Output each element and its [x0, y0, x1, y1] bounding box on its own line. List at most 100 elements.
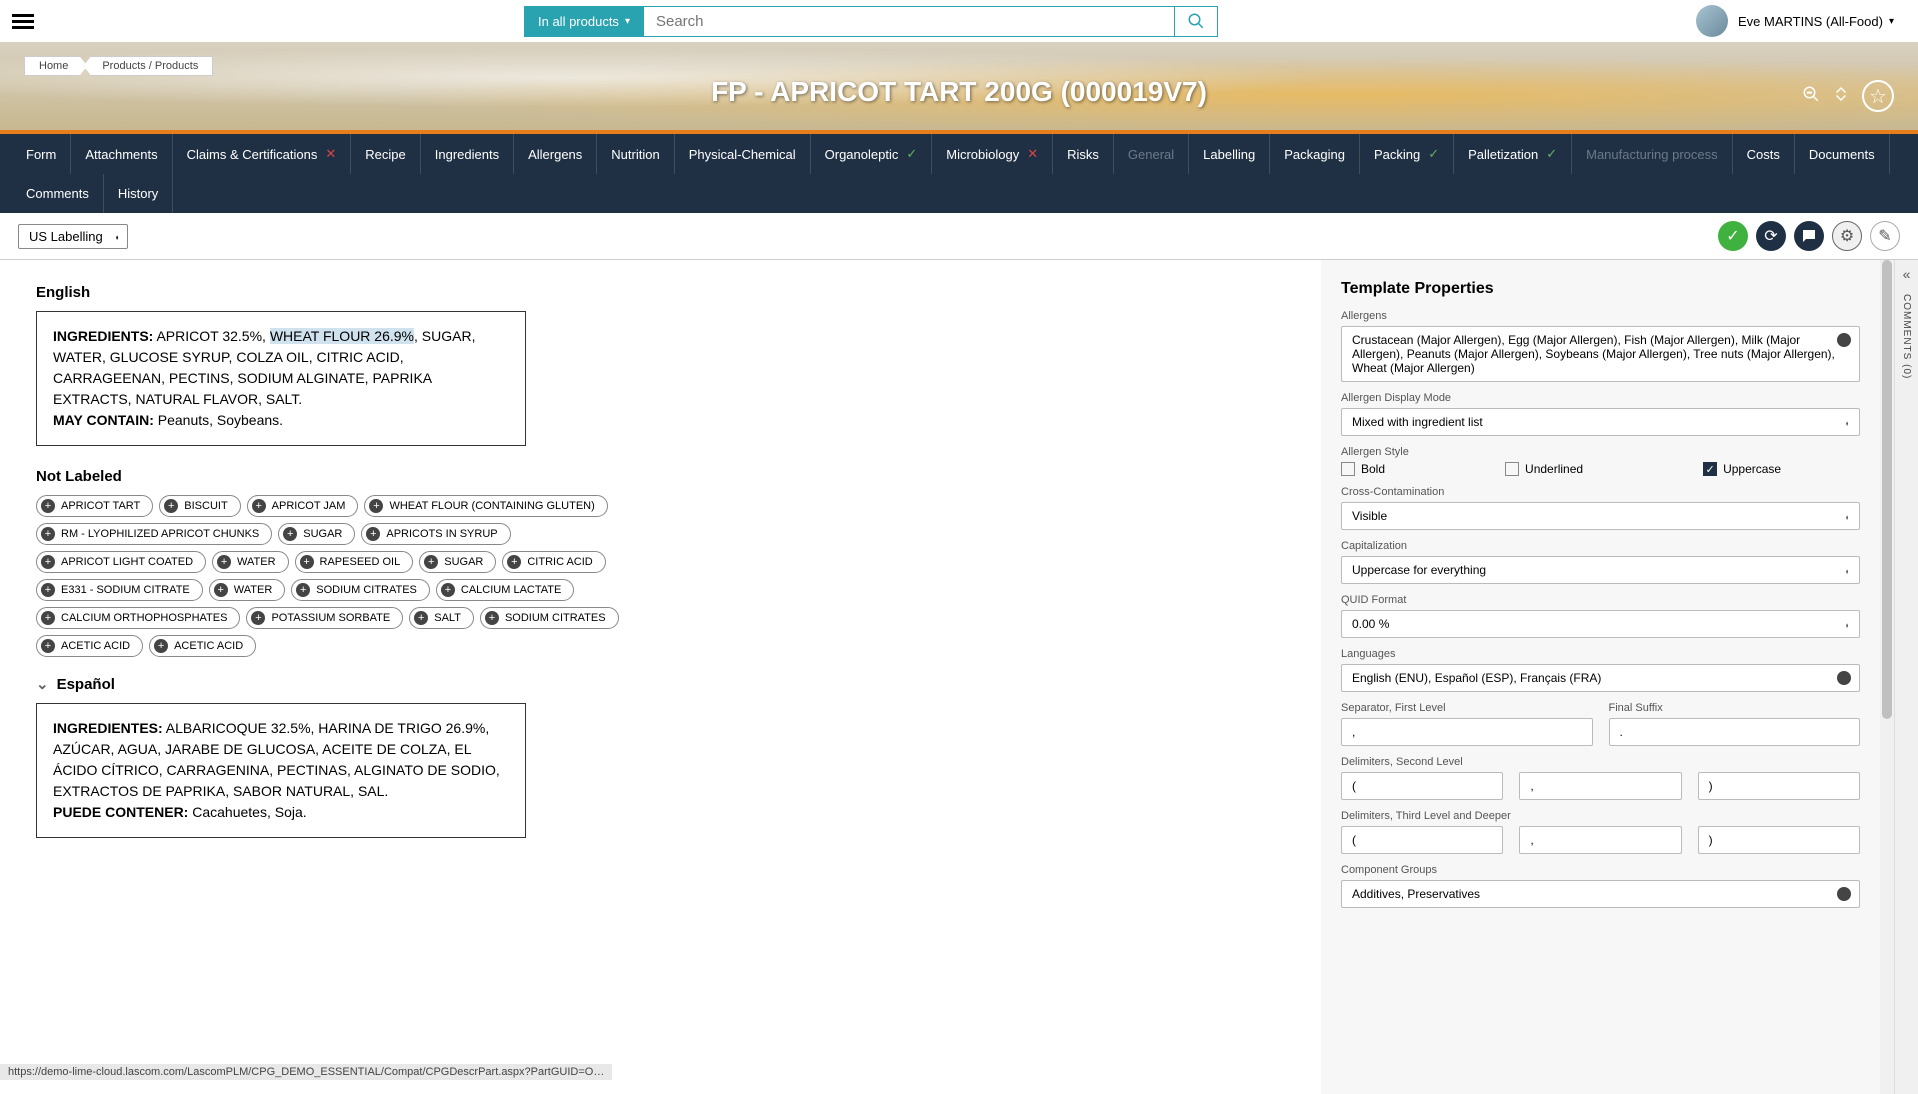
quid-format-select[interactable]: 0.00 %	[1341, 610, 1860, 638]
zoom-icon[interactable]: −	[1802, 85, 1820, 108]
chip-item[interactable]: +SALT	[409, 607, 474, 629]
final-suffix-label: Final Suffix	[1609, 702, 1861, 714]
chip-item[interactable]: +SUGAR	[419, 551, 496, 573]
chip-item[interactable]: +RAPESEED OIL	[295, 551, 414, 573]
hamburger-menu-icon[interactable]	[0, 3, 46, 40]
capitalization-select[interactable]: Uppercase for everything	[1341, 556, 1860, 584]
underlined-checkbox[interactable]: Underlined	[1505, 462, 1583, 476]
tab-form[interactable]: Form	[12, 134, 71, 174]
tab-manufacturing-process: Manufacturing process	[1572, 134, 1733, 174]
tab-physical-chemical[interactable]: Physical-Chemical	[675, 134, 811, 174]
chip-item[interactable]: +SODIUM CITRATES	[480, 607, 619, 629]
add-icon: +	[414, 611, 428, 625]
comments-rail[interactable]: « COMMENTS (0)	[1894, 260, 1918, 1094]
delim2-open-input[interactable]: (	[1341, 772, 1503, 800]
delim3-close-input[interactable]: )	[1698, 826, 1860, 854]
chip-item[interactable]: +ACETIC ACID	[149, 635, 256, 657]
add-icon: +	[300, 555, 314, 569]
delimiters-third-label: Delimiters, Third Level and Deeper	[1341, 810, 1860, 822]
edit-badge-icon[interactable]	[1837, 671, 1851, 685]
chip-item[interactable]: +ACETIC ACID	[36, 635, 143, 657]
add-icon: +	[41, 499, 55, 513]
tab-attachments[interactable]: Attachments	[71, 134, 172, 174]
search-category-dropdown[interactable]: In all products	[524, 6, 644, 37]
component-groups-field[interactable]: Additives, Preservatives	[1341, 880, 1860, 908]
breadcrumb-home[interactable]: Home	[24, 56, 87, 76]
delim2-sep-input[interactable]: ,	[1519, 772, 1681, 800]
delim2-close-input[interactable]: )	[1698, 772, 1860, 800]
favorite-star-icon[interactable]: ☆	[1862, 80, 1894, 112]
separator-first-input[interactable]: ,	[1341, 718, 1593, 746]
tab-microbiology[interactable]: Microbiology✕	[932, 134, 1053, 174]
refresh-icon[interactable]: ⟳	[1756, 221, 1786, 251]
component-groups-label: Component Groups	[1341, 864, 1860, 876]
add-icon: +	[41, 611, 55, 625]
spanish-section-toggle[interactable]: ⌄ Español	[36, 675, 1284, 693]
add-icon: +	[366, 527, 380, 541]
uppercase-checkbox[interactable]: ✓Uppercase	[1703, 462, 1781, 476]
edit-badge-icon[interactable]	[1837, 887, 1851, 901]
allergens-label: Allergens	[1341, 310, 1860, 322]
chip-item[interactable]: +RM - LYOPHILIZED APRICOT CHUNKS	[36, 523, 272, 545]
delim3-sep-input[interactable]: ,	[1519, 826, 1681, 854]
chip-item[interactable]: +CITRIC ACID	[502, 551, 605, 573]
tab-nutrition[interactable]: Nutrition	[597, 134, 674, 174]
edit-icon[interactable]: ✎	[1870, 221, 1900, 251]
add-icon: +	[217, 555, 231, 569]
chip-item[interactable]: +POTASSIUM SORBATE	[246, 607, 403, 629]
tab-comments[interactable]: Comments	[12, 174, 104, 213]
final-suffix-input[interactable]: .	[1609, 718, 1861, 746]
chip-item[interactable]: +E331 - SODIUM CITRATE	[36, 579, 203, 601]
settings-icon[interactable]: ⚙	[1832, 221, 1862, 251]
cross-contamination-select[interactable]: Visible	[1341, 502, 1860, 530]
chip-item[interactable]: +APRICOT LIGHT COATED	[36, 551, 206, 573]
display-mode-select[interactable]: Mixed with ingredient list	[1341, 408, 1860, 436]
tab-packaging[interactable]: Packaging	[1270, 134, 1360, 174]
chip-item[interactable]: +SODIUM CITRATES	[291, 579, 430, 601]
expand-icon[interactable]	[1832, 85, 1850, 108]
tab-history[interactable]: History	[104, 174, 173, 213]
page-title: FP - APRICOT TART 200G (000019V7)	[711, 76, 1207, 108]
user-menu[interactable]: Eve MARTINS (All-Food)	[1696, 5, 1894, 37]
search-input[interactable]	[644, 6, 1175, 37]
search-icon[interactable]	[1175, 6, 1218, 37]
chip-item[interactable]: +APRICOT JAM	[247, 495, 359, 517]
chat-icon[interactable]	[1794, 221, 1824, 251]
approve-icon[interactable]: ✓	[1718, 221, 1748, 251]
tab-organoleptic[interactable]: Organoleptic✓	[811, 134, 933, 174]
tab-recipe[interactable]: Recipe	[351, 134, 420, 174]
breadcrumb-products[interactable]: Products / Products	[83, 56, 213, 76]
tab-documents[interactable]: Documents	[1795, 134, 1890, 174]
chip-item[interactable]: +CALCIUM ORTHOPHOSPHATES	[36, 607, 240, 629]
scrollbar[interactable]	[1880, 260, 1894, 1094]
tab-costs[interactable]: Costs	[1733, 134, 1795, 174]
tab-allergens[interactable]: Allergens	[514, 134, 597, 174]
tab-claims-certifications[interactable]: Claims & Certifications✕	[173, 134, 352, 174]
chip-item[interactable]: +CALCIUM LACTATE	[436, 579, 574, 601]
languages-field[interactable]: English (ENU), Español (ESP), Français (…	[1341, 664, 1860, 692]
chip-item[interactable]: +SUGAR	[278, 523, 355, 545]
chip-item[interactable]: +BISCUIT	[159, 495, 240, 517]
tab-labelling[interactable]: Labelling	[1189, 134, 1270, 174]
quid-format-label: QUID Format	[1341, 594, 1860, 606]
chip-item[interactable]: +WATER	[212, 551, 289, 573]
tab-palletization[interactable]: Palletization✓	[1454, 134, 1572, 174]
tab-ingredients[interactable]: Ingredients	[421, 134, 514, 174]
comments-rail-label: COMMENTS (0)	[1901, 294, 1912, 379]
capitalization-label: Capitalization	[1341, 540, 1860, 552]
add-icon: +	[41, 527, 55, 541]
edit-badge-icon[interactable]	[1837, 333, 1851, 347]
allergens-field[interactable]: Crustacean (Major Allergen), Egg (Major …	[1341, 326, 1860, 382]
add-icon: +	[485, 611, 499, 625]
tab-packing[interactable]: Packing✓	[1360, 134, 1454, 174]
tab-risks[interactable]: Risks	[1053, 134, 1114, 174]
chip-item[interactable]: +APRICOT TART	[36, 495, 153, 517]
chip-item[interactable]: +APRICOTS IN SYRUP	[361, 523, 510, 545]
chip-item[interactable]: +WHEAT FLOUR (CONTAINING GLUTEN)	[364, 495, 607, 517]
delim3-open-input[interactable]: (	[1341, 826, 1503, 854]
add-icon: +	[441, 583, 455, 597]
bold-checkbox[interactable]: Bold	[1341, 462, 1385, 476]
chip-item[interactable]: +WATER	[209, 579, 286, 601]
collapse-rail-icon[interactable]: «	[1903, 266, 1911, 282]
labelling-view-dropdown[interactable]: US Labelling	[18, 224, 128, 249]
